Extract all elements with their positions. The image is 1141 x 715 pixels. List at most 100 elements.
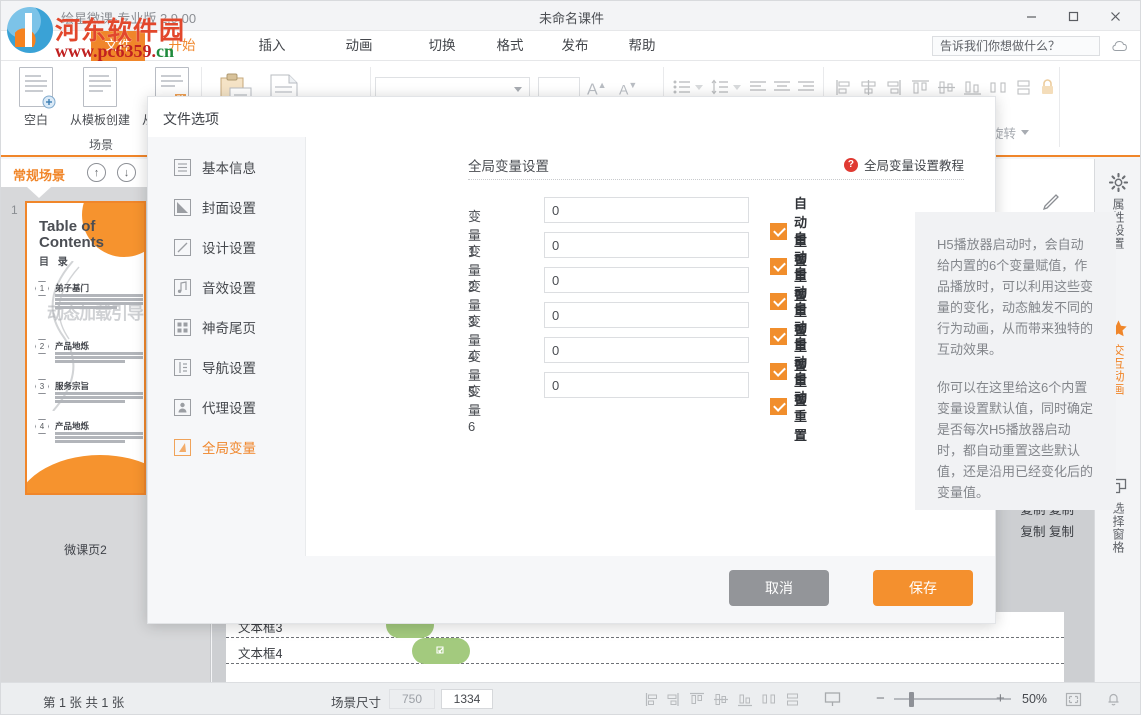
bullet-list-chevron-down-icon[interactable] [695,85,703,90]
tab-publish[interactable]: 发布 [544,31,606,61]
nav-item-navigation-settings-label: 导航设置 [202,357,256,377]
align-objects-bottom-icon[interactable] [963,79,982,96]
scene-list-title: 常规场景 [13,165,65,184]
toc-item-lines [55,392,143,404]
new-blank-scene-label: 空白 [7,111,65,128]
toc-item-heading: 服务宗旨 [55,380,89,392]
tab-format[interactable]: 格式 [479,31,541,61]
page-indicator: 第 1 张 共 1 张 [43,692,124,711]
file-options-dialog: 文件选项 基本信息 封面设置 设计设置 [147,96,996,624]
window-controls [1010,1,1136,31]
auto-reset-checkbox-6[interactable]: 自动重置 [770,368,807,444]
fit-to-window-icon[interactable] [1065,691,1082,708]
tab-animation[interactable]: 动画 [328,31,390,61]
align-top-small-icon[interactable] [689,692,705,707]
align-right-icon[interactable] [797,80,815,94]
scene-width-input[interactable]: 750 [389,689,435,709]
animation-pill-icon [435,645,447,657]
ribbon-tab-bar: 文件 开始 插入 动画 切换 格式 发布 帮助 告诉我们你想做什么？ [1,31,1141,61]
list-item[interactable]: 复制 复制 [994,521,1074,543]
nav-item-cover-settings[interactable]: 封面设置 [148,187,306,227]
nav-item-magic-end-page[interactable]: 神奇尾页 [148,307,306,347]
dialog-header: 文件选项 [148,97,995,137]
toc-item-lines [55,432,143,444]
zoom-out-button[interactable]: − [876,690,885,707]
thumbnail-title: Table of Contents [39,219,104,251]
variable-2-input[interactable] [544,232,749,258]
variable-1-input[interactable] [544,197,749,223]
toc-item-lines [55,294,143,310]
person-icon [174,399,191,416]
cancel-button[interactable]: 取消 [729,570,829,606]
tab-transition[interactable]: 切换 [411,31,473,61]
section-title: 全局变量设置 [468,155,549,175]
nav-item-basic-info[interactable]: 基本信息 [148,147,306,187]
tab-insert[interactable]: 插入 [241,31,303,61]
notification-bell-icon[interactable] [1105,691,1122,708]
create-from-template-button[interactable]: 从模板创建 [63,67,137,128]
variable-4-input[interactable] [544,302,749,328]
line-spacing-icon[interactable] [711,79,729,95]
application-window: 未命名课件 绘星微课-专业版 2.9.00 河东软件园 www.pc6359.c… [0,0,1141,715]
timeline-pill[interactable] [412,638,470,664]
zoom-slider-knob[interactable] [909,692,914,707]
tutorial-link-label: 全局变量设置教程 [864,155,964,174]
lock-icon[interactable] [1039,78,1056,97]
info-box: H5播放器启动时，会自动给内置的6个变量赋值，作品播放时，可以利用这些变量的变化… [915,212,1116,510]
presentation-icon[interactable] [824,691,841,708]
align-middle-small-icon[interactable] [713,692,729,707]
timeline-row[interactable]: 文本框4 [226,638,1064,664]
tell-me-search-input[interactable]: 告诉我们你想做什么？ [932,36,1100,56]
align-objects-center-icon[interactable] [860,79,877,96]
cloud-icon[interactable] [1112,38,1130,54]
close-button[interactable] [1094,2,1136,30]
minimize-button[interactable] [1010,2,1052,30]
nav-item-proxy-settings[interactable]: 代理设置 [148,387,306,427]
nav-item-sound-settings[interactable]: 音效设置 [148,267,306,307]
nav-item-navigation-settings[interactable]: 导航设置 [148,347,306,387]
move-scene-down-button[interactable]: ↓ [117,163,136,182]
variable-6-input[interactable] [544,372,749,398]
variable-5-input[interactable] [544,337,749,363]
tab-file[interactable]: 文件 [91,31,145,61]
variable-icon [174,439,191,456]
nav-item-design-settings[interactable]: 设计设置 [148,227,306,267]
align-center-icon[interactable] [773,80,791,94]
align-objects-right-icon[interactable] [885,79,902,96]
align-bottom-small-icon[interactable] [737,692,753,707]
line-spacing-chevron-down-icon[interactable] [733,85,741,90]
gear-icon [1109,173,1128,192]
maximize-button[interactable] [1052,2,1094,30]
align-objects-left-icon[interactable] [835,79,852,96]
tab-help[interactable]: 帮助 [611,31,673,61]
slide-number: 1 [11,203,18,217]
bullet-list-icon[interactable] [673,79,691,95]
zoom-in-button[interactable]: + [996,690,1005,707]
blank-doc-icon [7,67,65,107]
save-button[interactable]: 保存 [873,570,973,606]
tutorial-link[interactable]: ? 全局变量设置教程 [844,155,964,174]
scene-thumbnail[interactable]: Table of Contents 目 录 动态加载引导 1 弟子基门 2 产品… [25,201,146,495]
nav-item-global-variables[interactable]: 全局变量 [148,427,306,467]
nav-icon [174,359,191,376]
scene-height-input[interactable]: 1334 [441,689,493,709]
nav-item-sound-settings-label: 音效设置 [202,277,256,297]
group-objects-icon[interactable] [1015,79,1032,96]
distribute-horizontally-icon[interactable] [989,79,1008,96]
nav-item-global-variables-label: 全局变量 [202,437,256,457]
align-objects-middle-icon[interactable] [937,79,956,96]
rotate-button[interactable]: 旋转 [991,123,1029,142]
edit-pencil-icon[interactable] [1042,193,1060,211]
align-left-icon[interactable] [749,80,767,94]
group-small-icon[interactable] [785,692,800,707]
toc-item-heading: 产品地烁 [55,340,89,352]
variable-3-input[interactable] [544,267,749,293]
align-left-small-icon[interactable] [645,692,659,707]
toc-item-heading: 弟子基门 [55,282,89,294]
tab-start[interactable]: 开始 [151,31,213,61]
align-objects-top-icon[interactable] [911,79,930,96]
new-blank-scene-button[interactable]: 空白 [7,67,65,128]
move-scene-up-button[interactable]: ↑ [87,163,106,182]
align-right-small-icon[interactable] [665,692,680,707]
distribute-small-icon[interactable] [761,692,777,707]
